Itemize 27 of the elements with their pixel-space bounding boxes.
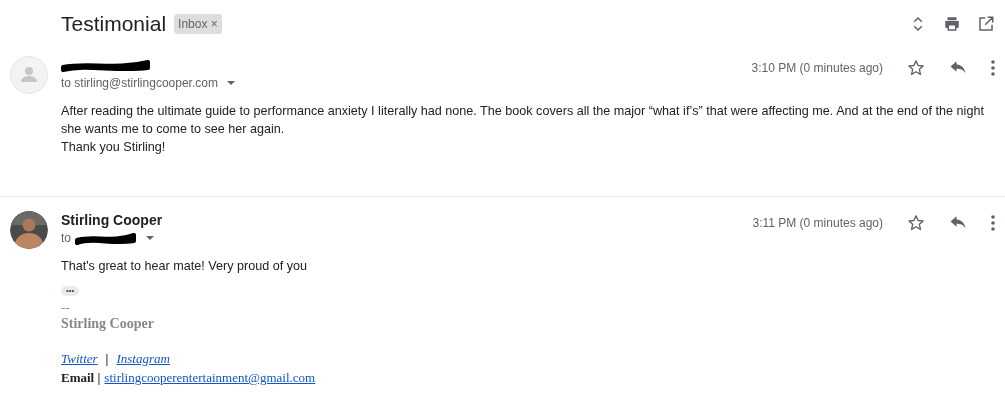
new-window-icon[interactable] [977, 15, 995, 33]
more-icon[interactable] [991, 60, 995, 76]
link-separator: | [105, 349, 109, 368]
message-text: Thank you Stirling! [61, 139, 167, 156]
print-icon[interactable] [943, 15, 961, 33]
social-link[interactable]: Twitter [61, 348, 98, 368]
star-icon[interactable] [907, 214, 925, 232]
show-trimmed-button[interactable]: ••• [61, 286, 80, 296]
message-text: That's great to hear mate! Very proud of you [61, 258, 309, 275]
recipient-text: to stirling@stirlingcooper.com [61, 75, 218, 92]
signature-name: Stirling Cooper [61, 314, 155, 333]
message-time: 3:10 PM (0 minutes ago) [751, 60, 883, 77]
email-subject: Testimonial [61, 11, 167, 38]
message-time: 3:11 PM (0 minutes ago) [752, 215, 883, 232]
dropdown-caret-icon[interactable] [145, 235, 155, 241]
email-label: Email | [61, 369, 101, 387]
recipient-text: to [61, 230, 71, 247]
social-link[interactable]: Instagram [116, 348, 170, 368]
avatar-icon [10, 56, 48, 94]
signature-separator: -- [61, 300, 71, 315]
more-icon[interactable] [991, 215, 995, 231]
star-icon[interactable] [907, 59, 925, 77]
email-link[interactable]: stirlingcooperentertainment@gmail.com [104, 368, 316, 388]
message-text: After reading the ultimate guide to performance anxiety I literally had none. The book covers all the major “what if’s” that were affecting me. And at the end of the night she wants me to come to see her again. [61, 103, 985, 138]
label-chip[interactable]: Inbox × [174, 14, 222, 34]
dropdown-caret-icon[interactable] [225, 80, 236, 86]
sender-name: Stirling Cooper [61, 210, 163, 230]
